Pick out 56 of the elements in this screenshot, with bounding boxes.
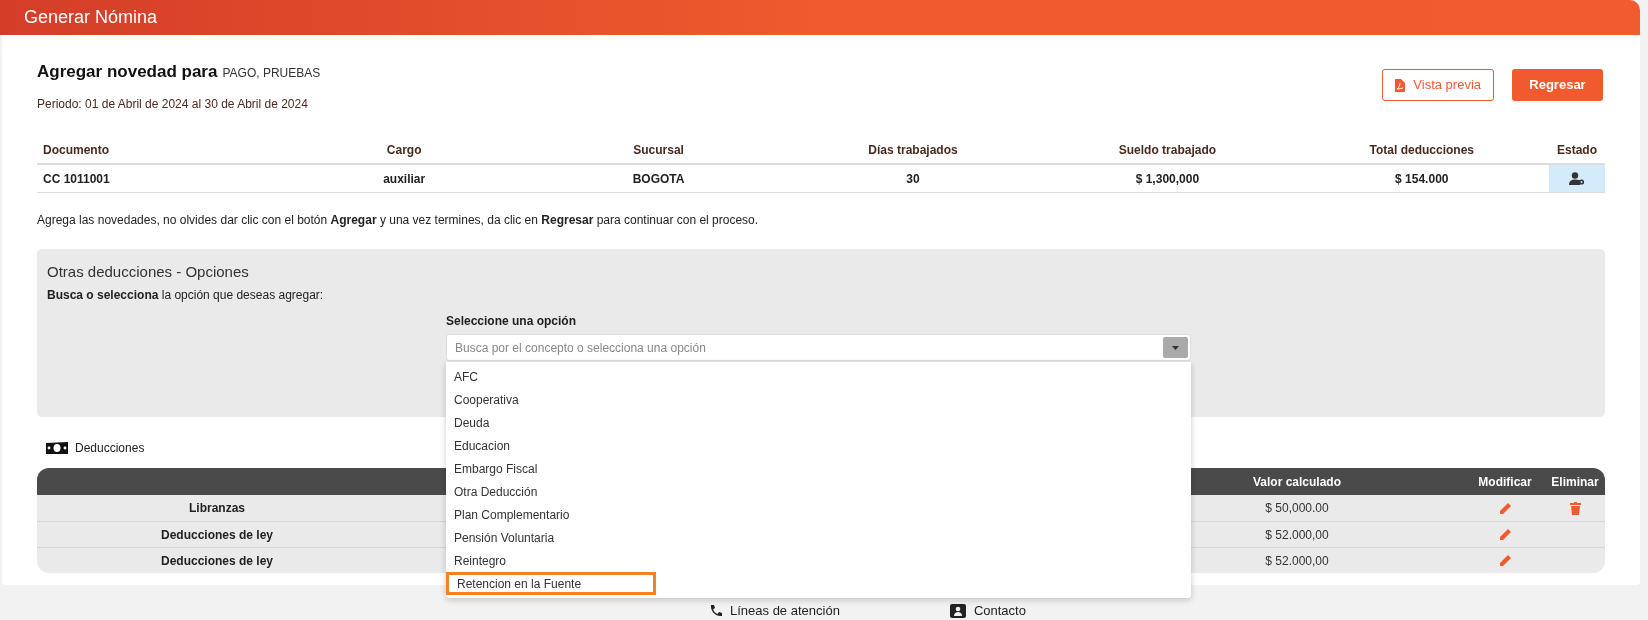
footer-link[interactable]: Contacto: [973, 601, 1026, 620]
select-field[interactable]: Busca por el concepto o selecciona una opción: [446, 334, 1191, 361]
caret-icon: [1172, 345, 1179, 350]
table-cell-text: Deducciones de ley: [159, 552, 274, 570]
pdf-icon: [1395, 78, 1406, 92]
dropdown-option[interactable]: Pensión Voluntaria: [446, 526, 1191, 549]
status-cell[interactable]: [1549, 165, 1605, 192]
select-label: Seleccione una opción: [446, 313, 577, 330]
footer-link[interactable]: Líneas de atención: [730, 601, 840, 620]
column-header: Eliminar: [1550, 473, 1600, 491]
dropdown-option[interactable]: Retencion en la Fuente: [446, 572, 656, 595]
employee-name: PAGO, PRUEBAS: [222, 65, 321, 82]
column-header: Valor calculado: [1251, 473, 1342, 491]
heading-title: Agregar novedad para: [37, 61, 218, 83]
table-cell-text: Libranzas: [188, 500, 246, 517]
column-header: Modificar: [1477, 473, 1533, 491]
column-header: Documento: [42, 142, 110, 159]
panel-hint: Busca o selecciona la opción que deseas agregar:: [47, 286, 325, 304]
pencil-icon[interactable]: [1498, 501, 1512, 515]
dropdown-option[interactable]: Otra Deducción: [446, 480, 1191, 503]
column-header: Sueldo trabajado: [1117, 142, 1218, 159]
table-cell-text: 30: [905, 170, 921, 188]
panel-title: Otras deducciones - Opciones: [47, 262, 250, 282]
column-header: Estado: [1555, 142, 1598, 159]
dropdown-option[interactable]: Educacion: [446, 434, 1191, 457]
table-cell-text: BOGOTA: [631, 170, 686, 188]
column-header: Total deducciones: [1368, 142, 1475, 159]
table-cell-text: auxiliar: [382, 170, 427, 188]
contact-card-icon: [949, 603, 966, 618]
phone-icon: [710, 604, 722, 617]
column-header: Días trabajados: [867, 142, 959, 159]
column-header: Cargo: [385, 142, 423, 159]
dropdown-option[interactable]: AFC: [446, 365, 1191, 388]
table-cell-text: $ 52.000,00: [1264, 526, 1330, 544]
banknote-icon: [45, 441, 69, 455]
trash-icon[interactable]: [1569, 501, 1581, 515]
section-title: Deducciones: [75, 440, 145, 457]
instructions-text: Agrega las novedades, no olvides dar clic con el botón Agregar y una vez termines, da clic en Regresar para continuar con el proceso.: [37, 212, 760, 229]
user-gear-icon: [1569, 172, 1585, 185]
table-cell-text: CC 1011001: [42, 170, 111, 188]
dropdown-option[interactable]: Cooperativa: [446, 388, 1191, 411]
period-text: Periodo: 01 de Abril de 2024 al 30 de Abril de 2024: [37, 95, 309, 113]
column-header: Sucursal: [632, 142, 685, 159]
pencil-icon[interactable]: [1498, 554, 1512, 567]
page-title: Generar Nómina: [24, 6, 158, 29]
dropdown-option[interactable]: Embargo Fiscal: [446, 457, 1191, 480]
table-cell-text: $ 1,300,000: [1134, 170, 1201, 188]
table-cell-text: Deducciones de ley: [159, 526, 274, 544]
dropdown-option[interactable]: Plan Complementario: [446, 503, 1191, 526]
dropdown-option[interactable]: Deuda: [446, 411, 1191, 434]
pencil-icon[interactable]: [1498, 528, 1512, 541]
table-cell-text: $ 52.000,00: [1264, 552, 1330, 570]
dropdown-option[interactable]: Reintegro: [446, 549, 1191, 572]
table-cell-text: $ 50,000.00: [1264, 500, 1330, 517]
dropdown-toggle[interactable]: [1163, 337, 1188, 358]
table-cell-text: $ 154.000: [1394, 170, 1450, 188]
